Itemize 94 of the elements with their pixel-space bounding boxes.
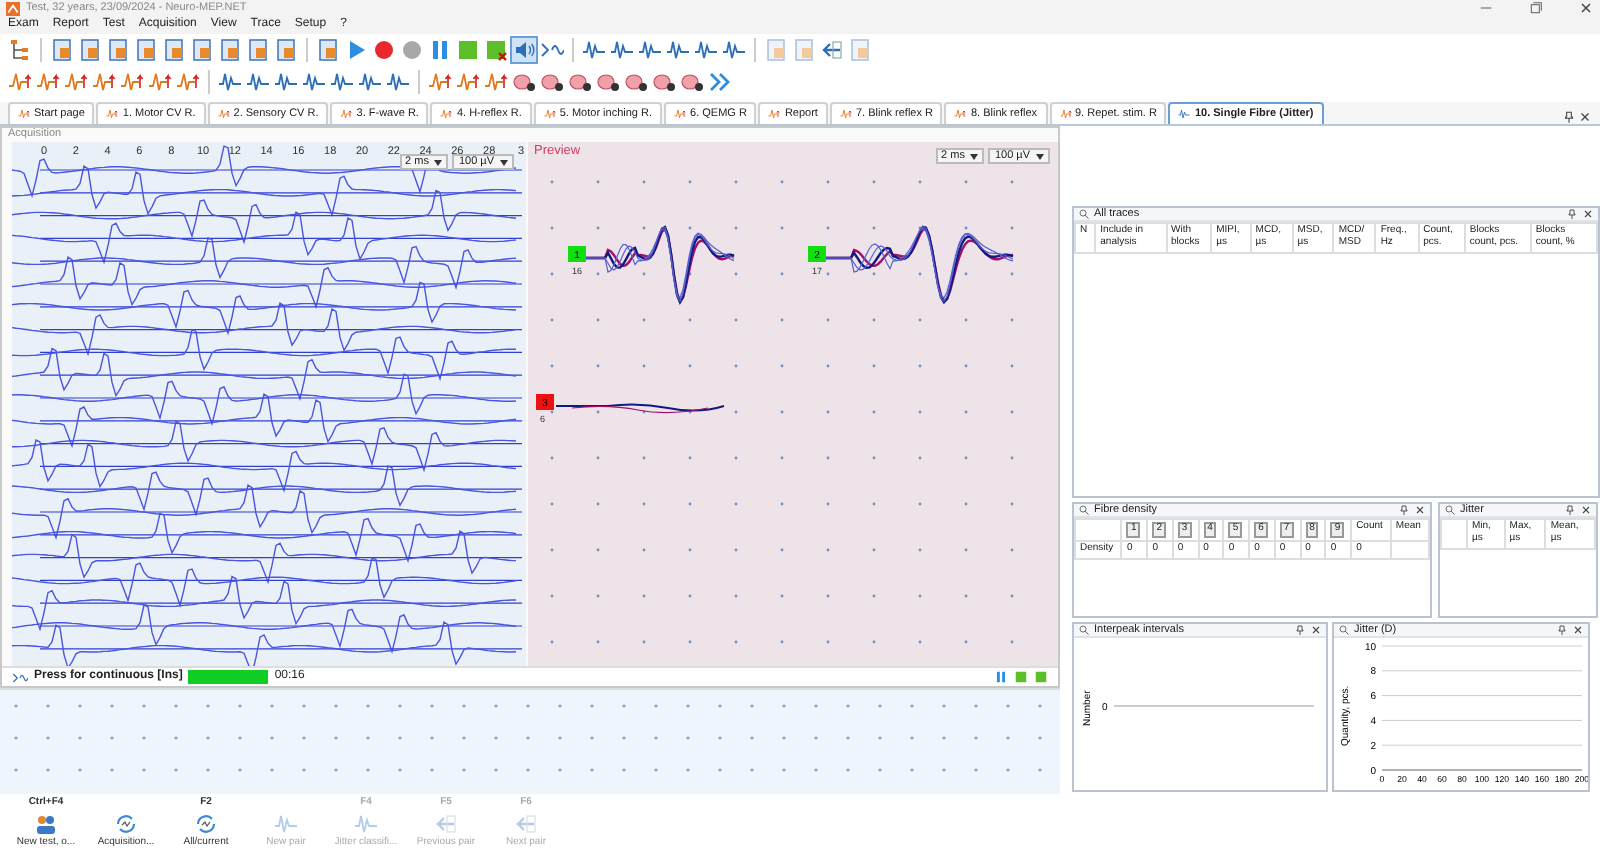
- document-icon[interactable]: [50, 38, 74, 62]
- waveform-icon: [440, 108, 453, 120]
- waveform-icon[interactable]: [274, 70, 298, 94]
- close-icon[interactable]: [1578, 110, 1592, 124]
- waveform-icon[interactable]: [64, 70, 88, 94]
- pause-icon[interactable]: [994, 670, 1008, 685]
- people-icon: [34, 812, 58, 836]
- waveform-icon[interactable]: [484, 70, 508, 94]
- waveform-icon: [106, 108, 119, 120]
- waveform-icon[interactable]: [302, 70, 326, 94]
- search-icon[interactable]: [1338, 624, 1350, 636]
- square-icon[interactable]: [456, 38, 480, 62]
- pin-icon[interactable]: [1294, 624, 1306, 636]
- waveform-icon: [217, 108, 230, 120]
- waveform-icon: [354, 812, 378, 836]
- waveform-icon: [1059, 108, 1071, 120]
- pin-icon[interactable]: [1556, 624, 1568, 636]
- waveform-icon: [543, 108, 556, 120]
- waveform-icon: [274, 812, 298, 836]
- brain-icon[interactable]: [512, 70, 536, 94]
- document-icon[interactable]: [246, 38, 270, 62]
- close-icon[interactable]: [1572, 624, 1584, 636]
- waveform-icon[interactable]: [428, 70, 452, 94]
- document-icon[interactable]: [106, 38, 130, 62]
- waveform-icon[interactable]: [456, 70, 480, 94]
- square-icon[interactable]: [1014, 670, 1028, 685]
- cycle-icon: [194, 812, 218, 836]
- close-icon[interactable]: [1578, 0, 1594, 16]
- document-icon[interactable]: [78, 38, 102, 62]
- pin-icon[interactable]: [1564, 504, 1576, 516]
- square-icon[interactable]: [1034, 670, 1048, 685]
- waveform-icon: [1178, 108, 1191, 120]
- arrow-icon: [434, 812, 458, 836]
- search-icon[interactable]: [1078, 504, 1090, 516]
- caret-icon: [434, 159, 443, 166]
- restore-icon[interactable]: [1528, 0, 1544, 16]
- speaker-icon[interactable]: [512, 38, 536, 62]
- close-icon[interactable]: [1414, 504, 1426, 516]
- waveform-icon[interactable]: [148, 70, 172, 94]
- record-icon[interactable]: [372, 38, 396, 62]
- waveform-icon[interactable]: [638, 38, 662, 62]
- brain-icon[interactable]: [652, 70, 676, 94]
- waveform-icon: [768, 108, 781, 120]
- waveform-icon[interactable]: [176, 70, 200, 94]
- waveform-icon[interactable]: [330, 70, 354, 94]
- waveform-icon[interactable]: [386, 70, 410, 94]
- close-icon[interactable]: [1580, 504, 1592, 516]
- brain-icon[interactable]: [568, 70, 592, 94]
- waveform-icon[interactable]: [582, 38, 606, 62]
- document-icon[interactable]: [134, 38, 158, 62]
- waveform-icon: [839, 108, 852, 120]
- waveform-icon[interactable]: [8, 70, 32, 94]
- search-icon[interactable]: [1078, 624, 1090, 636]
- brain-icon[interactable]: [624, 70, 648, 94]
- brain-icon[interactable]: [596, 70, 620, 94]
- search-icon[interactable]: [1078, 208, 1090, 220]
- brain-icon[interactable]: [680, 70, 704, 94]
- document-icon[interactable]: [274, 38, 298, 62]
- arrow-icon: [514, 812, 538, 836]
- waveform-icon[interactable]: [358, 70, 382, 94]
- document-icon[interactable]: [162, 38, 186, 62]
- close-icon[interactable]: [1310, 624, 1322, 636]
- waveform-icon[interactable]: [120, 70, 144, 94]
- waveform-icon[interactable]: [722, 38, 746, 62]
- close-icon[interactable]: [1582, 208, 1594, 220]
- brain-icon[interactable]: [540, 70, 564, 94]
- waveform-icon: [18, 108, 30, 120]
- waveform-icon: [674, 108, 687, 120]
- waveform-icon: [340, 108, 353, 120]
- document-icon[interactable]: [190, 38, 214, 62]
- caret-icon: [500, 159, 508, 166]
- stop-icon[interactable]: [400, 38, 424, 62]
- cycle-icon: [114, 812, 138, 836]
- document-icon[interactable]: [218, 38, 242, 62]
- caret-icon: [1036, 153, 1044, 160]
- play-icon[interactable]: [344, 38, 368, 62]
- pause-icon[interactable]: [428, 38, 452, 62]
- waveform-icon[interactable]: [92, 70, 116, 94]
- waveform-icon[interactable]: [36, 70, 60, 94]
- pin-icon[interactable]: [1566, 208, 1578, 220]
- waveform-icon[interactable]: [246, 70, 270, 94]
- search-icon[interactable]: [1444, 504, 1456, 516]
- document-icon[interactable]: [316, 38, 340, 62]
- arrow-icon[interactable]: [820, 38, 844, 62]
- tree-icon[interactable]: [8, 38, 32, 62]
- pin-icon[interactable]: [1562, 110, 1576, 124]
- square-cross-icon[interactable]: [484, 38, 508, 62]
- caret-icon: [970, 153, 979, 160]
- waveform-icon[interactable]: [666, 38, 690, 62]
- pin-icon[interactable]: [1398, 504, 1410, 516]
- waveform-icon[interactable]: [694, 38, 718, 62]
- waveform-icon: [954, 108, 967, 120]
- waveform-icon[interactable]: [218, 70, 242, 94]
- waveform-icon[interactable]: [610, 38, 634, 62]
